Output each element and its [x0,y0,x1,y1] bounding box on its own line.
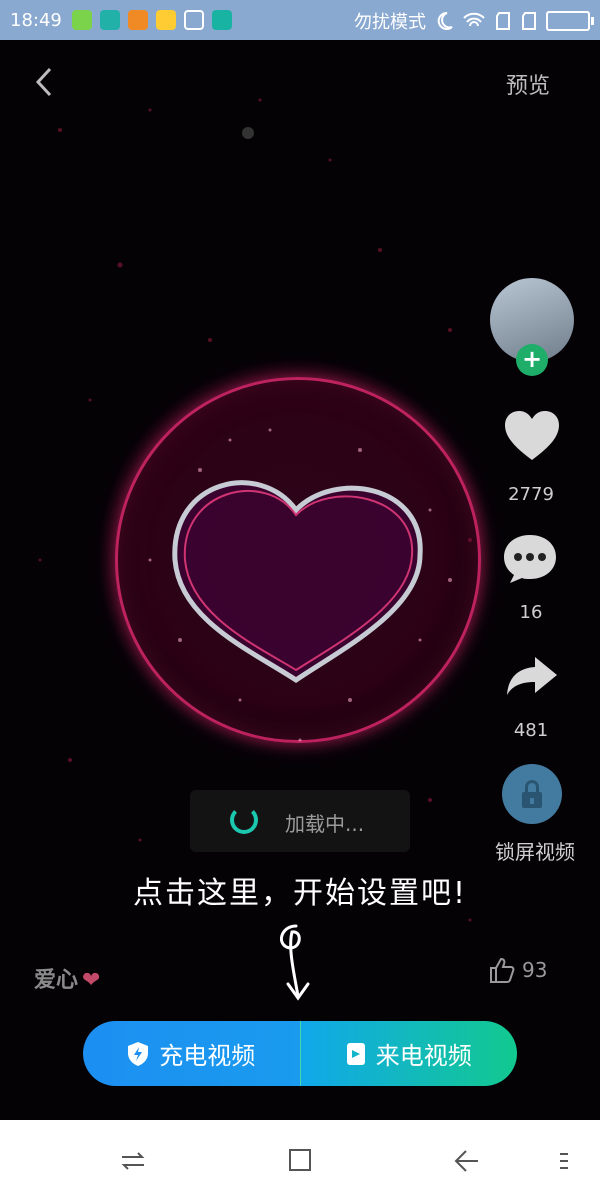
video-title: 爱心 ❤ [34,962,100,994]
back-button[interactable] [30,65,60,99]
charge-video-label: 充电视频 [159,1042,256,1070]
follow-add-button[interactable]: + [516,344,548,376]
sim2-icon [522,12,536,30]
video-title-text: 爱心 [34,968,79,993]
menu-icon[interactable] [556,1148,572,1174]
usb-icon [211,10,232,30]
author-avatar[interactable]: + [490,278,574,376]
android-icon [71,10,92,30]
nav-back-icon[interactable] [452,1148,482,1174]
dnd-label: 勿扰模式 [354,12,426,33]
thumbs-up-icon [490,957,515,983]
like-count: 2779 [508,484,554,505]
warning-icon [127,10,148,30]
loading-text: 加载中... [285,812,365,836]
cleaner-icon [183,10,204,30]
system-nav-bar [0,1120,600,1200]
app-icon [99,10,120,30]
folder-icon [155,10,176,30]
heart-icon [505,411,559,460]
status-right: 勿扰模式 [354,8,594,34]
call-video-button[interactable]: 来电视频 [299,1021,517,1086]
recent-apps-icon[interactable] [118,1148,148,1174]
lock-screen-video-button[interactable] [502,764,562,824]
charge-video-button[interactable]: 充电视频 [83,1021,300,1086]
loading-toast: 加载中... [190,790,410,852]
wifi-icon [463,12,485,27]
phone-video-icon [346,1042,365,1065]
thumbs-up-button[interactable]: 93 [488,956,547,984]
status-time: 18:49 [10,9,62,31]
comment-button[interactable] [502,533,558,585]
shield-icon [128,1041,149,1066]
call-video-label: 来电视频 [375,1042,472,1070]
title-heart-icon: ❤ [82,968,101,993]
moon-icon [437,11,453,30]
hand-drawn-arrow-icon [280,924,310,1001]
share-button[interactable] [505,655,559,697]
battery-icon [546,11,594,31]
share-count: 481 [513,720,549,741]
lock-screen-video-label: 锁屏视频 [495,840,575,864]
setup-hint: 点击这里，开始设置吧! [132,876,468,911]
share-arrow-icon [507,657,557,695]
status-bar: 18:49 勿扰模式 [0,0,600,40]
home-square-icon[interactable] [286,1148,316,1174]
preview-button[interactable]: 预览 [506,68,550,100]
sim1-icon [496,12,510,30]
comment-count: 16 [519,602,543,623]
comment-icon [504,535,556,583]
like-button[interactable] [503,410,561,462]
chevron-left-icon [35,67,52,97]
set-video-button-bar: 充电视频 来电视频 [83,1021,517,1086]
thumbs-up-count: 93 [522,958,548,982]
spinner-icon [230,806,258,834]
